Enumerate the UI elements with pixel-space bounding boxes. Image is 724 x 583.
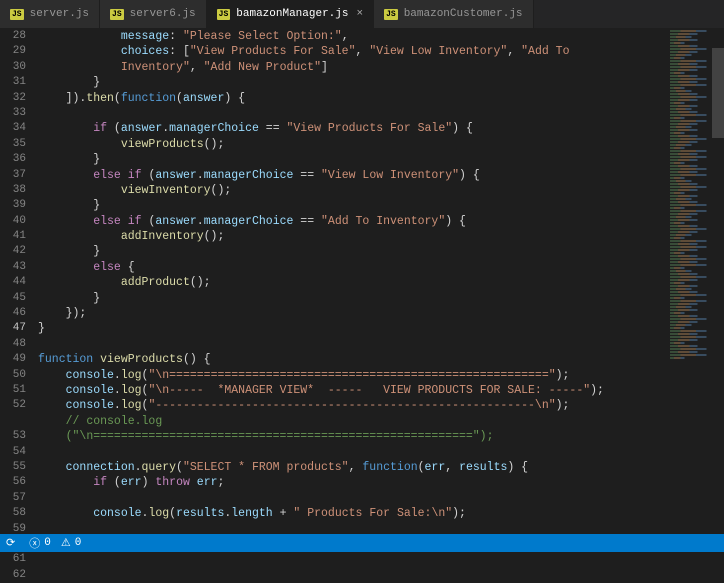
tab-server[interactable]: JS server.js	[0, 0, 100, 28]
line-number: 49	[0, 352, 26, 367]
code-line[interactable]: addProduct();	[38, 275, 668, 290]
line-number: 53	[0, 429, 26, 444]
code-line[interactable]: Inventory", "Add New Product"]	[38, 60, 668, 75]
line-number: 52	[0, 398, 26, 413]
remote-indicator[interactable]: ⟳	[6, 536, 19, 550]
code-line[interactable]	[38, 337, 668, 352]
line-number	[0, 414, 26, 429]
line-number: 38	[0, 183, 26, 198]
js-icon: JS	[384, 9, 398, 20]
errors-indicator[interactable]: ⓧ 0	[29, 535, 51, 551]
line-number: 29	[0, 44, 26, 59]
code-line[interactable]	[38, 522, 668, 535]
line-number: 41	[0, 229, 26, 244]
tab-label: server6.js	[130, 8, 196, 20]
line-number: 44	[0, 275, 26, 290]
line-number: 56	[0, 475, 26, 490]
error-count: 0	[44, 537, 51, 549]
code-line[interactable]: console.log("\n----- *MANAGER VIEW* ----…	[38, 383, 668, 398]
code-line[interactable]: ]).then(function(answer) {	[38, 91, 668, 106]
line-number: 32	[0, 91, 26, 106]
tab-bar: JS server.js JS server6.js JS bamazonMan…	[0, 0, 724, 28]
code-line[interactable]: console.log(results.length + " Products …	[38, 506, 668, 521]
editor: 2829303132333435363738394041424344454647…	[0, 28, 724, 534]
line-number: 30	[0, 60, 26, 75]
sync-icon: ⟳	[6, 536, 15, 550]
line-number: 51	[0, 383, 26, 398]
js-icon: JS	[110, 9, 124, 20]
scrollbar-vertical[interactable]	[712, 28, 724, 534]
line-number: 45	[0, 291, 26, 306]
code-line[interactable]: }	[38, 244, 668, 259]
code-line[interactable]: function viewProducts() {	[38, 352, 668, 367]
error-icon: ⓧ	[29, 535, 40, 551]
line-number: 48	[0, 337, 26, 352]
js-icon: JS	[10, 9, 24, 20]
code-line[interactable]: // console.log	[38, 414, 668, 429]
line-number: 54	[0, 445, 26, 460]
line-number: 28	[0, 29, 26, 44]
code-line[interactable]: viewInventory();	[38, 183, 668, 198]
code-line[interactable]: else {	[38, 260, 668, 275]
line-number: 46	[0, 306, 26, 321]
code-line[interactable]	[38, 106, 668, 121]
code-line[interactable]: if (answer.managerChoice == "View Produc…	[38, 121, 668, 136]
scroll-thumb[interactable]	[712, 48, 724, 138]
tab-bamazon-manager[interactable]: JS bamazonManager.js ×	[207, 0, 374, 28]
code-line[interactable]: }	[38, 152, 668, 167]
line-number: 47	[0, 321, 26, 336]
warning-icon: ⚠	[61, 536, 71, 550]
code-line[interactable]	[38, 491, 668, 506]
code-line[interactable]: console.log("---------------------------…	[38, 398, 668, 413]
tab-server6[interactable]: JS server6.js	[100, 0, 207, 28]
js-icon: JS	[217, 9, 231, 20]
code-line[interactable]: }	[38, 198, 668, 213]
code-line[interactable]: }	[38, 75, 668, 90]
line-number: 61	[0, 552, 26, 567]
line-number: 57	[0, 491, 26, 506]
line-number: 35	[0, 137, 26, 152]
line-number: 40	[0, 214, 26, 229]
line-number: 43	[0, 260, 26, 275]
code-line[interactable]: console.log("\n=========================…	[38, 368, 668, 383]
code-line[interactable]: else if (answer.managerChoice == "Add To…	[38, 214, 668, 229]
code-line[interactable]: viewProducts();	[38, 137, 668, 152]
line-number: 31	[0, 75, 26, 90]
line-number: 58	[0, 506, 26, 521]
line-number: 50	[0, 368, 26, 383]
code-line[interactable]: message: "Please Select Option:",	[38, 29, 668, 44]
tab-label: bamazonCustomer.js	[404, 8, 523, 20]
line-number: 39	[0, 198, 26, 213]
code-line[interactable]: });	[38, 306, 668, 321]
code-line[interactable]: connection.query("SELECT * FROM products…	[38, 460, 668, 475]
line-number: 55	[0, 460, 26, 475]
tab-label: bamazonManager.js	[236, 8, 348, 20]
close-icon[interactable]: ×	[356, 8, 363, 20]
line-number: 36	[0, 152, 26, 167]
code-line[interactable]: addInventory();	[38, 229, 668, 244]
status-bar: ⟳ ⓧ 0 ⚠ 0	[0, 534, 724, 552]
code-line[interactable]: choices: ["View Products For Sale", "Vie…	[38, 44, 668, 59]
code-line[interactable]: }	[38, 291, 668, 306]
line-number: 62	[0, 568, 26, 583]
tab-bamazon-customer[interactable]: JS bamazonCustomer.js	[374, 0, 533, 28]
code-line[interactable]: if (err) throw err;	[38, 475, 668, 490]
line-number-gutter: 2829303132333435363738394041424344454647…	[0, 28, 38, 534]
warnings-indicator[interactable]: ⚠ 0	[61, 536, 81, 550]
line-number: 42	[0, 244, 26, 259]
line-number: 34	[0, 121, 26, 136]
line-number: 37	[0, 168, 26, 183]
warning-count: 0	[75, 537, 82, 549]
line-number: 33	[0, 106, 26, 121]
code-area[interactable]: message: "Please Select Option:", choice…	[38, 28, 668, 534]
tab-label: server.js	[30, 8, 89, 20]
code-line[interactable]: }	[38, 321, 668, 336]
code-line[interactable]: else if (answer.managerChoice == "View L…	[38, 168, 668, 183]
code-line[interactable]	[38, 445, 668, 460]
code-line[interactable]: ("\n====================================…	[38, 429, 668, 444]
